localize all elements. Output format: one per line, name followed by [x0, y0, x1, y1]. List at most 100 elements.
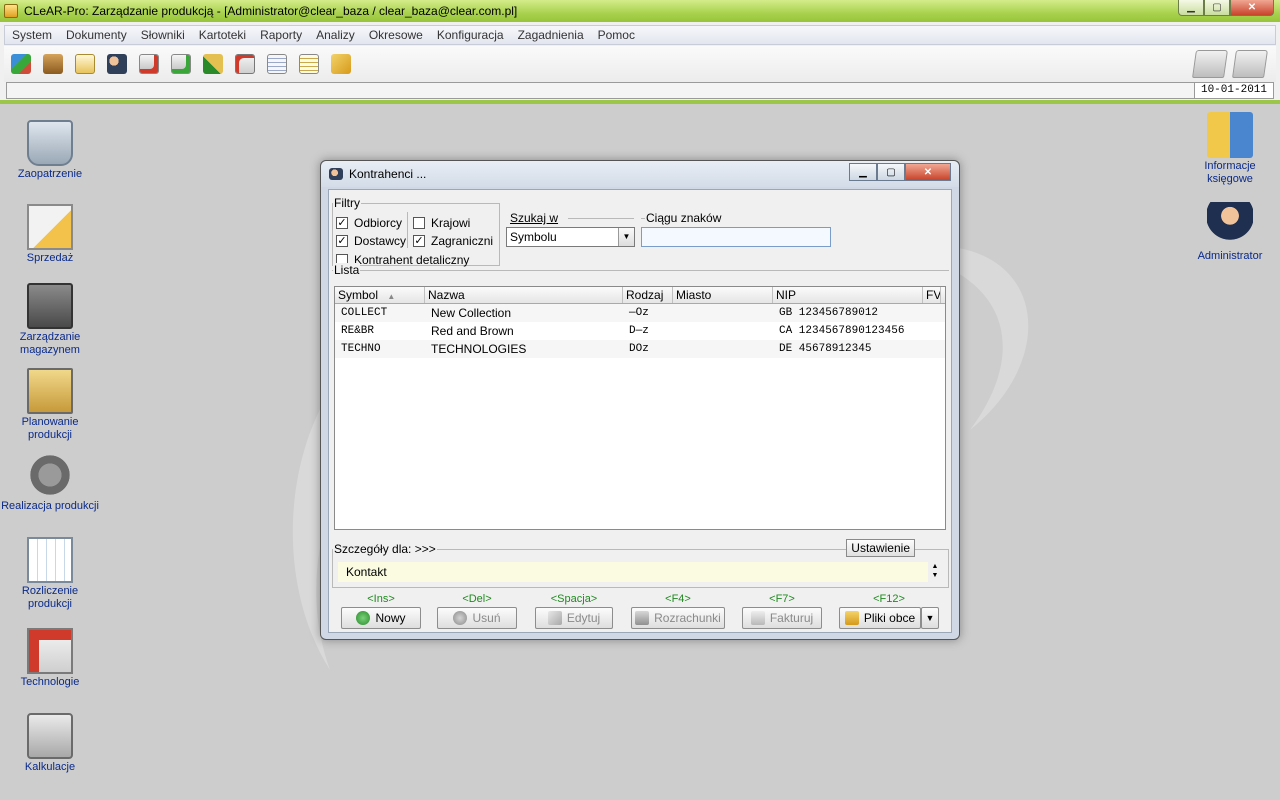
- document-remove-icon: [139, 54, 159, 74]
- search-in-value: Symbolu: [510, 230, 557, 244]
- toolbar-button-tools[interactable]: [200, 51, 226, 77]
- usun-button-label: Usuń: [472, 611, 501, 625]
- action-fakturuj: <F7> Fakturuj: [742, 593, 822, 629]
- toolbar-button-calendar[interactable]: [232, 51, 258, 77]
- filter-krajowi-checkbox[interactable]: [413, 217, 425, 229]
- printer-add-icon[interactable]: [1192, 50, 1228, 78]
- delete-icon: [453, 611, 468, 625]
- desktop-icon-realizacja-produkcji[interactable]: Realizacja produkcji: [0, 452, 100, 513]
- search-in-select[interactable]: Symbolu ▼: [506, 227, 635, 247]
- pliki-obce-button[interactable]: Pliki obce: [839, 607, 921, 629]
- chevron-down-icon[interactable]: ▼: [618, 228, 634, 246]
- menu-okresowe[interactable]: Okresowe: [362, 28, 430, 42]
- presentation-board-icon: [27, 204, 73, 250]
- desktop-icon-rozliczenie-produkcji[interactable]: Rozliczenie produkcji: [0, 537, 100, 611]
- contractors-table[interactable]: Symbol ▲ Nazwa Rodzaj Miasto NIP FV COLL…: [334, 286, 946, 530]
- cell-miasto: [673, 304, 773, 322]
- column-rodzaj[interactable]: Rodzaj: [623, 287, 673, 303]
- kontakt-field[interactable]: Kontakt: [338, 562, 928, 582]
- window-title: CLeAR-Pro: Zarządzanie produkcją - [Admi…: [24, 4, 518, 18]
- kontakt-spinner[interactable]: ▲ ▼: [929, 562, 941, 582]
- menu-analizy[interactable]: Analizy: [309, 28, 362, 42]
- filter-odbiorcy-checkbox[interactable]: ✓: [336, 217, 348, 229]
- desktop-icon-zaopatrzenie[interactable]: Zaopatrzenie: [0, 120, 100, 181]
- column-fv[interactable]: FV: [923, 287, 941, 303]
- action-usun-key: <Del>: [460, 593, 494, 605]
- toolbar-button-document-add[interactable]: [168, 51, 194, 77]
- nowy-button[interactable]: Nowy: [341, 607, 421, 629]
- filter-krajowi[interactable]: Krajowi: [413, 216, 470, 230]
- menu-slowniki[interactable]: Słowniki: [134, 28, 192, 42]
- menu-zagadnienia[interactable]: Zagadnienia: [511, 28, 591, 42]
- menu-raporty[interactable]: Raporty: [253, 28, 309, 42]
- maximize-button[interactable]: ▢: [1204, 0, 1230, 16]
- dialog-body: Filtry ✓ Odbiorcy ✓ Dostawcy Krajowi ✓ Z…: [328, 189, 952, 633]
- pliki-obce-dropdown-button[interactable]: ▼: [921, 607, 939, 629]
- desktop-icon-planowanie-produkcji[interactable]: Planowanie produkcji: [0, 368, 100, 442]
- desktop-icon-informacje-ksiegowe[interactable]: Informacje księgowe: [1180, 112, 1280, 186]
- edytuj-button[interactable]: Edytuj: [535, 607, 613, 629]
- menu-konfiguracja[interactable]: Konfiguracja: [430, 28, 511, 42]
- cell-rodzaj: DOz: [629, 343, 649, 355]
- cell-symbol: TECHNO: [341, 343, 381, 355]
- toolbar-button-document-remove[interactable]: [136, 51, 162, 77]
- toolbar-button-network[interactable]: [8, 51, 34, 77]
- settings-button[interactable]: Ustawienie: [846, 539, 915, 557]
- dialog-minimize-button[interactable]: ▁: [849, 163, 877, 181]
- toolbar-button-box[interactable]: [40, 51, 66, 77]
- safe-icon: [27, 283, 73, 329]
- cell-fv: [923, 304, 941, 322]
- dialog-title: Kontrahenci ...: [349, 167, 427, 181]
- sort-ascending-icon: ▲: [387, 292, 396, 301]
- desktop-icon-zarzadzanie-magazynem[interactable]: Zarządzanie magazynem: [0, 283, 100, 357]
- action-pliki-obce: <F12> Pliki obce ▼: [839, 593, 939, 629]
- close-button[interactable]: ✕: [1230, 0, 1274, 16]
- network-icon: [11, 54, 31, 74]
- fakturuj-button[interactable]: Fakturuj: [742, 607, 822, 629]
- menu-dokumenty[interactable]: Dokumenty: [59, 28, 134, 42]
- filter-zagraniczni[interactable]: ✓ Zagraniczni: [413, 234, 493, 248]
- dialog-close-button[interactable]: ✕: [905, 163, 951, 181]
- basket-icon: [27, 120, 73, 166]
- toolbar-button-help[interactable]: [328, 51, 354, 77]
- toolbar-button-contractors[interactable]: [104, 51, 130, 77]
- menu-kartoteki[interactable]: Kartoteki: [192, 28, 253, 42]
- toolbar-button-documents[interactable]: [72, 51, 98, 77]
- table-row[interactable]: TECHNO TECHNOLOGIES DOz DE 45678912345: [335, 340, 945, 358]
- details-legend: Szczegóły dla: >>>: [334, 542, 436, 556]
- minimize-button[interactable]: ▁: [1178, 0, 1204, 16]
- cell-symbol: COLLECT: [341, 307, 388, 319]
- pliki-obce-button-label: Pliki obce: [863, 611, 916, 625]
- filter-zagraniczni-checkbox[interactable]: ✓: [413, 235, 425, 247]
- filter-dostawcy-checkbox[interactable]: ✓: [336, 235, 348, 247]
- table-row[interactable]: COLLECT New Collection —Oz GB 1234567890…: [335, 304, 945, 322]
- desktop-icon-kalkulacje[interactable]: Kalkulacje: [0, 713, 100, 774]
- rozrachunki-button[interactable]: Rozrachunki: [631, 607, 725, 629]
- menu-system[interactable]: System: [5, 28, 59, 42]
- menu-pomoc[interactable]: Pomoc: [591, 28, 642, 42]
- column-nip[interactable]: NIP: [773, 287, 923, 303]
- table-row[interactable]: RE&BR Red and Brown D—z CA 1234567890123…: [335, 322, 945, 340]
- toolbar-button-report2[interactable]: [296, 51, 322, 77]
- dialog-maximize-button[interactable]: ▢: [877, 163, 905, 181]
- search-in-label: Szukaj w: [510, 211, 559, 225]
- column-miasto[interactable]: Miasto: [673, 287, 773, 303]
- action-edytuj: <Spacja> Edytuj: [535, 593, 613, 629]
- column-nazwa[interactable]: Nazwa: [425, 287, 623, 303]
- action-rozrachunki-key: <F4>: [663, 593, 693, 605]
- action-nowy: <Ins> Nowy: [341, 593, 421, 629]
- desktop-icon-sprzedaz[interactable]: Sprzedaż: [0, 204, 100, 265]
- desktop-icon-technologie[interactable]: Technologie: [0, 628, 100, 689]
- toolbar-button-report[interactable]: [264, 51, 290, 77]
- cell-miasto: [673, 340, 773, 358]
- search-string-input[interactable]: [641, 227, 831, 247]
- cell-nip: CA 1234567890123456: [779, 325, 905, 337]
- filter-odbiorcy[interactable]: ✓ Odbiorcy: [336, 216, 402, 230]
- usun-button[interactable]: Usuń: [437, 607, 517, 629]
- report2-icon: [299, 54, 319, 74]
- search-string-label: Ciągu znaków: [646, 211, 722, 225]
- desktop-icon-administrator[interactable]: Administrator: [1180, 202, 1280, 263]
- filter-dostawcy[interactable]: ✓ Dostawcy: [336, 234, 406, 248]
- column-symbol[interactable]: Symbol ▲: [335, 287, 425, 303]
- printer-icon[interactable]: [1232, 50, 1268, 78]
